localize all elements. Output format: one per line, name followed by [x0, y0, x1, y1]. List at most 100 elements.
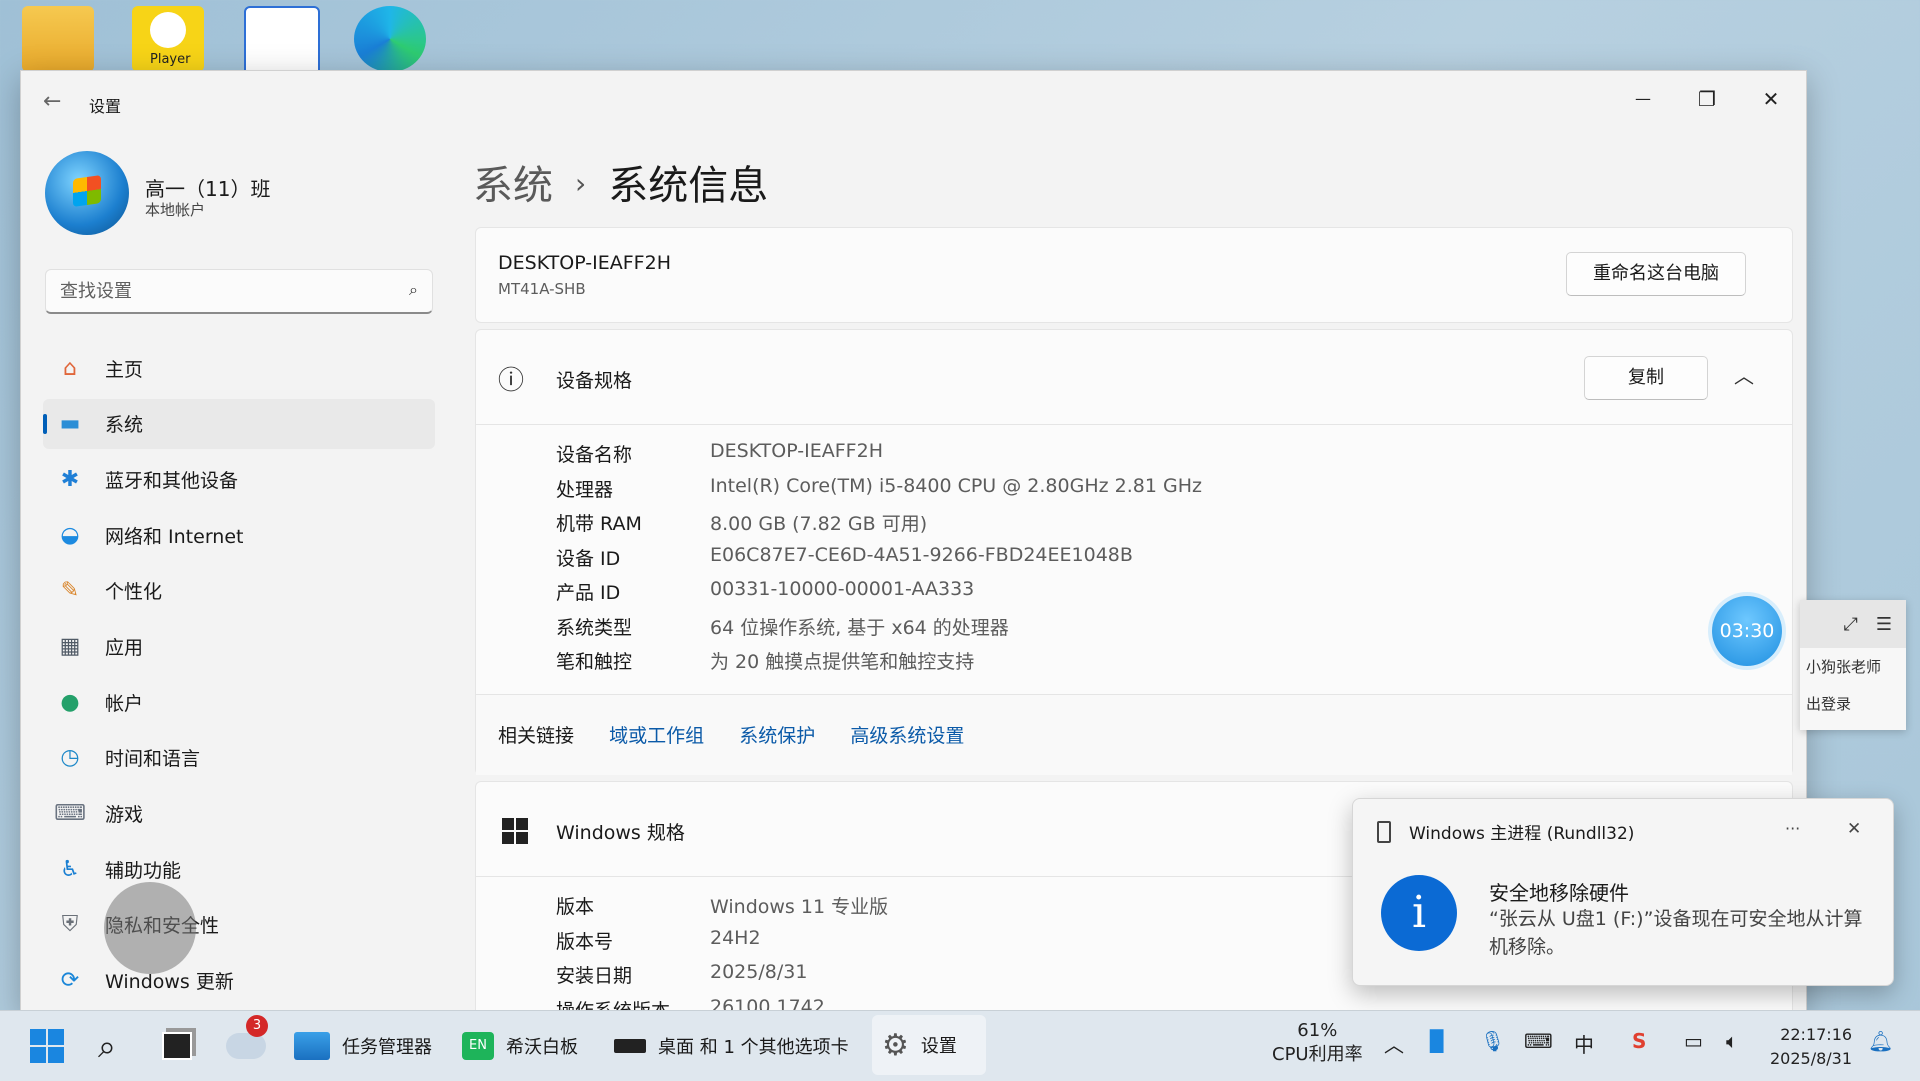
sidebar-item-game[interactable]: ⌨ 游戏 [43, 789, 435, 839]
spec-value: E06C87E7-CE6D-4A51-9266-FBD24EE1048B [710, 543, 1133, 566]
device-card: DESKTOP-IEAFF2H MT41A-SHB 重命名这台电脑 [475, 227, 1793, 323]
play-icon [150, 12, 186, 48]
spec-key: 版本 [556, 896, 595, 918]
search-box[interactable]: ⌕ [45, 269, 433, 314]
terminal-icon [614, 1039, 646, 1053]
sidebar-item-label: 应用 [105, 636, 144, 659]
expand-icon[interactable]: ⤢ [1843, 614, 1857, 635]
device-model: MT41A-SHB [498, 280, 586, 298]
weather-icon[interactable]: 3 [226, 1011, 268, 1081]
usb-icon [1377, 821, 1391, 843]
user-folder-icon[interactable] [22, 6, 94, 72]
collapse-icon[interactable]: ︿ [1734, 360, 1754, 389]
spec-key: 产品 ID [556, 582, 621, 604]
sidebar-item-wifi[interactable]: ◒ 网络和 Internet [43, 510, 435, 560]
side-panel: ⤢ ☰ 小狗张老师 出登录 [1800, 600, 1906, 730]
more-icon[interactable]: ··· [1785, 819, 1800, 838]
notification-bell-icon[interactable]: 🔔︎ [1868, 1029, 1893, 1053]
side-panel-toolbar: ⤢ ☰ [1800, 600, 1906, 648]
menu-icon[interactable]: ☰ [1876, 614, 1892, 635]
floating-assist-button[interactable] [104, 882, 196, 974]
sidebar-item-shield[interactable]: ⛨隐私和安全性 [43, 900, 435, 950]
spec-key: 版本号 [556, 930, 614, 953]
minimize-button[interactable]: — [1613, 79, 1673, 119]
close-button[interactable]: ✕ [1741, 79, 1801, 119]
link-advanced-settings[interactable]: 高级系统设置 [850, 725, 964, 747]
volume-icon[interactable]: 🔈︎ [1726, 1029, 1738, 1053]
sidebar-item-account[interactable]: ● 帐户 [43, 677, 435, 727]
account-type: 本地帐户 [145, 201, 206, 219]
sidebar-item-home[interactable]: ⌂ 主页 [43, 343, 435, 393]
copy-button[interactable]: 复制 [1584, 356, 1708, 400]
user-name: 高一（11）班 [145, 177, 271, 201]
title-bar: ← 设置 — ❐ ✕ [21, 71, 1806, 135]
window-title: 设置 [89, 97, 122, 116]
microphone-icon[interactable]: 🎙︎ [1480, 1029, 1505, 1053]
taskbar-app-settings[interactable]: ⚙ 设置 [872, 1015, 986, 1075]
spec-value: 为 20 触摸点提供笔和触控支持 [710, 651, 975, 673]
sidebar-item-time-language[interactable]: ◷ 时间和语言 [43, 733, 435, 783]
timer-badge[interactable]: 03:30 [1712, 596, 1782, 666]
sidebar-item-system[interactable]: ▬ 系统 [43, 398, 435, 449]
network-icon[interactable]: ▭ [1684, 1029, 1703, 1053]
device-specs-header[interactable]: ⓘ 设备规格 复制 ︿ [476, 330, 1792, 425]
sidebar-nav: ⌂ 主页 ▬ 系统 ✱ 蓝牙和其他设备 ◒ 网络和 Internet ✎ 个性化 ▦ 应用 ● 帐户 ◷ 时间… [43, 343, 435, 1011]
task-view-icon[interactable] [162, 1011, 192, 1081]
back-icon[interactable]: ← [43, 89, 61, 114]
restore-button[interactable]: ❐ [1677, 79, 1737, 119]
clock-time: 22:17:16 [1780, 1025, 1853, 1044]
spec-value: 00331-10000-00001-AA333 [710, 578, 975, 600]
chevron-up-icon[interactable]: ︿ [1384, 1029, 1404, 1058]
taskbar-app-seewo[interactable]: EN 希沃白板 [462, 1011, 578, 1081]
ime-icon[interactable]: 中 [1574, 1029, 1594, 1058]
spec-value: Intel(R) Core(TM) i5-8400 CPU @ 2.80GHz … [710, 474, 1202, 497]
notification-toast[interactable]: Windows 主进程 (Rundll32) ··· ✕ i 安全地移除硬件 “… [1352, 798, 1894, 986]
task-manager-icon [294, 1032, 330, 1060]
sidebar-item-accessibility[interactable]: ♿ 辅助功能 [43, 844, 435, 894]
cpu-label: CPU利用率 [1272, 1044, 1363, 1065]
player-icon[interactable]: Player [132, 6, 204, 72]
notification-close-icon[interactable]: ✕ [1847, 819, 1861, 839]
taskbar-app-terminal[interactable]: 桌面 和 1 个其他选项卡 [614, 1011, 849, 1081]
avatar[interactable] [45, 151, 129, 235]
sidebar-item-brush[interactable]: ✎ 个性化 [43, 566, 435, 616]
sidebar-item-label: 网络和 Internet [105, 525, 244, 548]
sidebar-item-update[interactable]: ⟳ Windows 更新 [43, 956, 435, 1006]
sogou-icon[interactable]: S [1632, 1029, 1646, 1053]
search-icon[interactable]: ⌕ [409, 280, 418, 300]
brush-icon: ✎ [60, 578, 80, 604]
time-language-icon: ◷ [60, 745, 80, 771]
link-domain-workgroup[interactable]: 域或工作组 [609, 725, 704, 747]
clock[interactable]: 22:17:16 2025/8/31 [1770, 1023, 1852, 1071]
edge-icon[interactable] [354, 6, 426, 72]
sidebar-item-apps[interactable]: ▦ 应用 [43, 621, 435, 671]
sidebar-item-bluetooth[interactable]: ✱ 蓝牙和其他设备 [43, 454, 435, 504]
taskbar-app-task-manager[interactable]: 任务管理器 [294, 1011, 432, 1081]
clock-date: 2025/8/31 [1770, 1049, 1853, 1068]
side-panel-user[interactable]: 小狗张老师 [1800, 648, 1906, 685]
start-button[interactable] [30, 1011, 64, 1081]
app-tray-icon[interactable]: ▉ [1430, 1029, 1445, 1053]
search-input[interactable] [58, 270, 382, 312]
spec-key: 处理器 [556, 478, 614, 501]
settings-label: 设置 [920, 1036, 957, 1057]
spec-value: 8.00 GB (7.82 GB 可用) [710, 513, 928, 535]
keyboard-icon[interactable]: ⌨ [1524, 1029, 1553, 1053]
cpu-meter[interactable]: 61% CPU利用率 [1272, 1019, 1363, 1067]
cpu-value: 61% [1297, 1020, 1338, 1041]
weather-badge: 3 [246, 1015, 268, 1037]
side-panel-logout[interactable]: 出登录 [1800, 685, 1906, 722]
info-icon: ⓘ [498, 366, 525, 396]
breadcrumb-parent[interactable]: 系统 [473, 163, 553, 209]
screen-tool-icon[interactable] [244, 6, 320, 76]
spec-value: 2025/8/31 [710, 961, 808, 983]
spec-key: 设备 ID [556, 547, 621, 570]
search-taskbar-icon[interactable]: ⌕ [98, 1011, 116, 1081]
system-icon: ▬ [59, 411, 81, 437]
device-name: DESKTOP-IEAFF2H [498, 252, 671, 274]
spec-value: 64 位操作系统, 基于 x64 的处理器 [710, 616, 1009, 639]
rename-pc-button[interactable]: 重命名这台电脑 [1566, 252, 1746, 296]
link-system-protection[interactable]: 系统保护 [739, 725, 815, 747]
sidebar-item-label: 帐户 [105, 692, 144, 715]
seewo-icon: EN [462, 1032, 494, 1060]
